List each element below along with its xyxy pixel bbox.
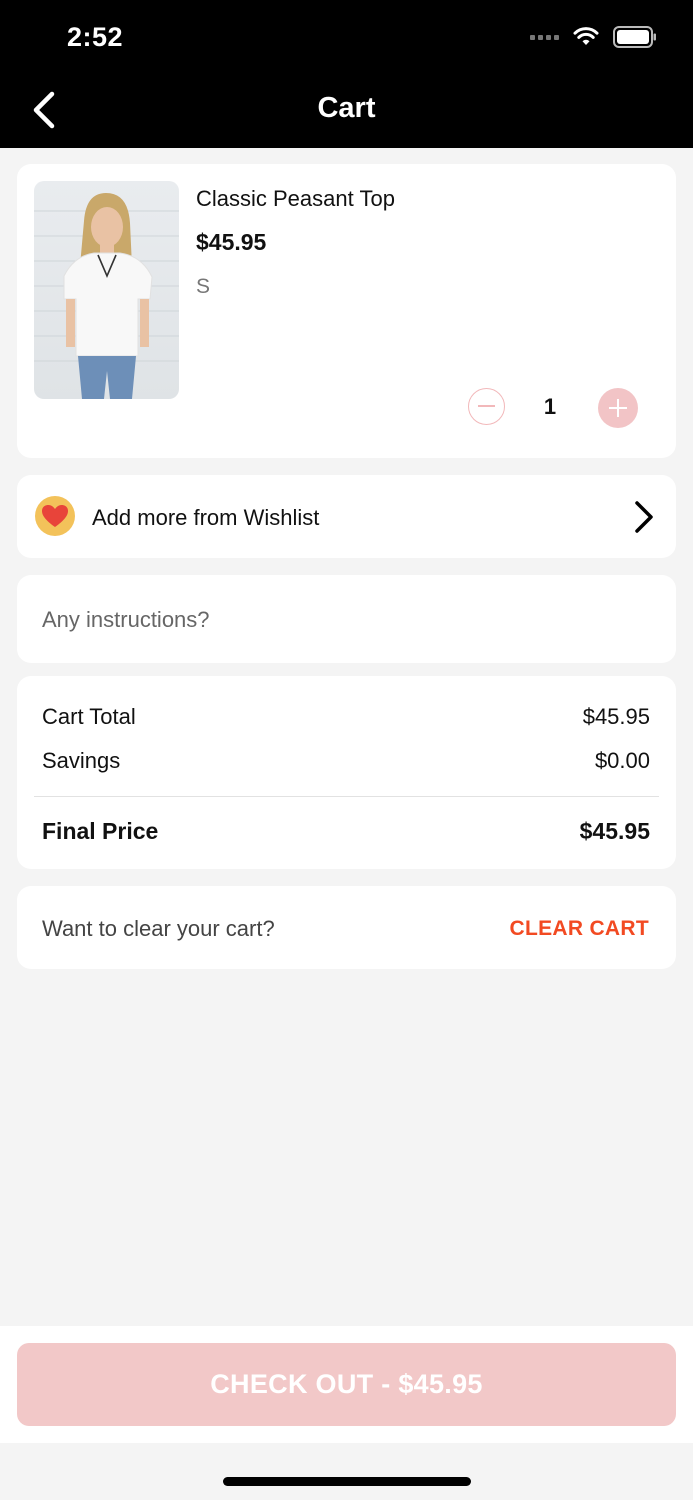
decrease-quantity-button[interactable] [468, 388, 505, 425]
price-summary-card: Cart Total $45.95 Savings $0.00 Final Pr… [17, 676, 676, 869]
product-size: S [196, 275, 211, 298]
battery-icon [613, 26, 656, 48]
cart-total-row: Cart Total $45.95 [42, 704, 650, 730]
status-time: 2:52 [67, 22, 124, 52]
app-header: 2:52 Cart [0, 0, 693, 148]
heart-icon [35, 496, 75, 536]
instructions-input[interactable] [42, 603, 642, 637]
wifi-icon [573, 27, 599, 45]
product-price: $45.95 [196, 229, 267, 255]
checkout-bar: CHECK OUT - $45.95 [0, 1326, 693, 1443]
quantity-value: 1 [543, 394, 557, 419]
cart-total-label: Cart Total [42, 704, 136, 729]
cart-total-value: $45.95 [582, 704, 650, 729]
wishlist-label: Add more from Wishlist [92, 505, 320, 530]
final-price-value: $45.95 [579, 818, 650, 844]
increase-quantity-button[interactable] [598, 388, 638, 428]
divider [34, 796, 659, 797]
cart-item-card: Classic Peasant Top $45.95 S 1 [17, 164, 676, 458]
final-price-label: Final Price [42, 818, 159, 844]
clear-cart-button[interactable]: CLEAR CART [510, 917, 650, 941]
product-image[interactable] [34, 181, 179, 399]
clear-cart-card: Want to clear your cart? CLEAR CART [17, 886, 676, 969]
checkout-button[interactable]: CHECK OUT - $45.95 [17, 1343, 676, 1426]
clear-cart-prompt: Want to clear your cart? [42, 916, 275, 941]
chevron-right-icon [635, 501, 653, 533]
product-name: Classic Peasant Top [196, 186, 395, 211]
savings-value: $0.00 [594, 748, 650, 773]
savings-label: Savings [42, 748, 121, 773]
cellular-signal-icon [530, 34, 559, 40]
home-indicator [223, 1477, 471, 1486]
page-title: Cart [317, 92, 376, 124]
status-icons [530, 26, 657, 48]
instructions-card [17, 575, 676, 663]
savings-row: Savings $0.00 [42, 748, 650, 774]
add-from-wishlist-row[interactable]: Add more from Wishlist [17, 475, 676, 558]
final-price-row: Final Price $45.95 [42, 818, 650, 845]
